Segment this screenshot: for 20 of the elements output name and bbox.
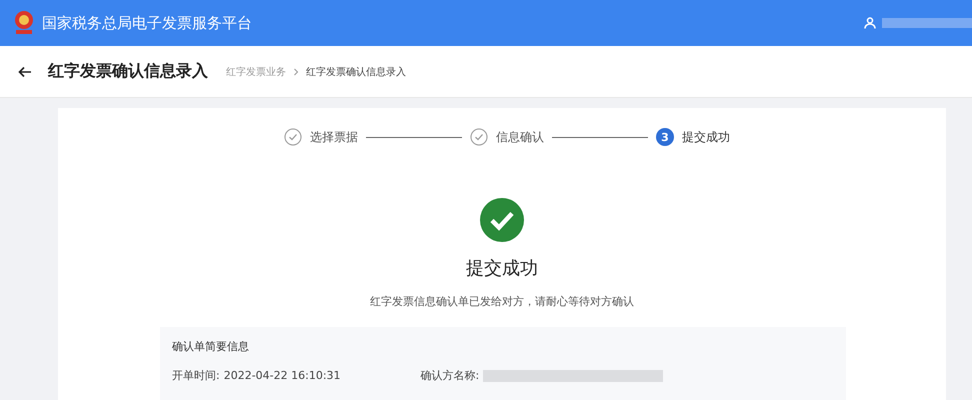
- site-title: 国家税务总局电子发票服务平台: [42, 14, 252, 32]
- check-circle-icon: [470, 128, 488, 146]
- step-label: 提交成功: [682, 128, 730, 146]
- result-title: 提交成功: [466, 257, 538, 280]
- step-label: 选择票据: [310, 128, 358, 146]
- check-circle-icon: [284, 128, 302, 146]
- result-message: 红字发票信息确认单已发给对方，请耐心等待对方确认: [370, 294, 634, 309]
- back-arrow-icon: [18, 66, 32, 78]
- success-check-icon: [480, 198, 524, 242]
- field-label: 开单时间:: [172, 368, 220, 383]
- breadcrumb-link[interactable]: 红字发票业务: [226, 64, 286, 78]
- chevron-icon: [293, 68, 299, 76]
- user-icon: [864, 17, 876, 29]
- summary-title: 确认单简要信息: [172, 339, 250, 354]
- field-value: 2022-04-22 16:10:31: [224, 369, 341, 382]
- step-label: 信息确认: [496, 128, 544, 146]
- emblem-icon: [12, 10, 36, 36]
- page-title: 红字发票确认信息录入: [48, 61, 208, 82]
- step-number: 3: [656, 128, 674, 146]
- field-label: 确认方名称:: [420, 368, 480, 383]
